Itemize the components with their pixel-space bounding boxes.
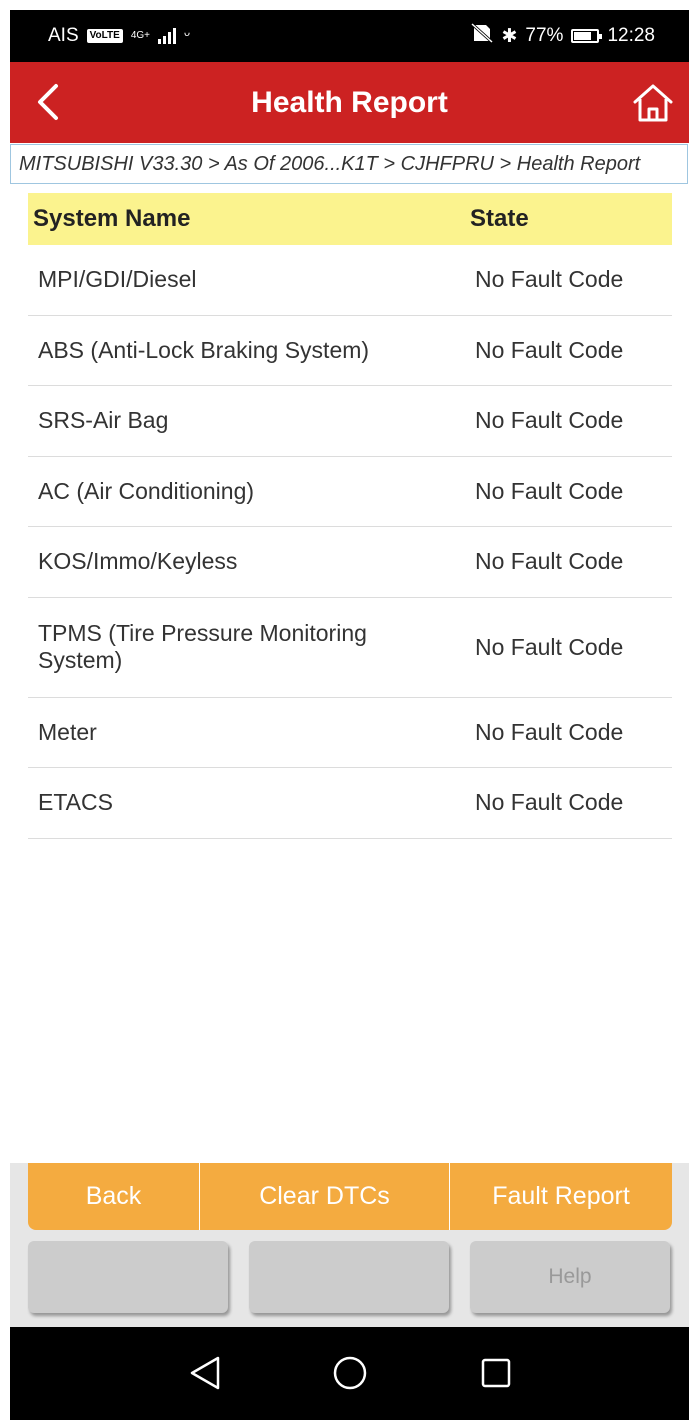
carrier-name: AIS (48, 25, 79, 46)
table-header: System Name State (28, 193, 672, 245)
status-left: AIS VoLTE 4G+ ᵕ (48, 25, 190, 47)
bluetooth-icon: ✱ (501, 25, 518, 47)
table-row[interactable]: AC (Air Conditioning) No Fault Code (28, 457, 672, 527)
square-recents-icon[interactable] (479, 1354, 513, 1392)
table-row[interactable]: ABS (Anti-Lock Braking System) No Fault C… (28, 316, 672, 386)
home-icon (633, 84, 673, 122)
action-bar: Back Clear DTCs Fault Report (28, 1163, 672, 1230)
blank-button-1[interactable] (28, 1241, 228, 1313)
blank-button-2[interactable] (249, 1241, 449, 1313)
table-row[interactable]: KOS/Immo/Keyless No Fault Code (28, 527, 672, 598)
system-name: ABS (Anti-Lock Braking System) (38, 336, 370, 363)
fault-report-button[interactable]: Fault Report (450, 1163, 672, 1230)
table-body: MPI/GDI/Diesel No Fault Code ABS (Anti-Loc… (28, 245, 672, 839)
clear-dtcs-button[interactable]: Clear DTCs (200, 1163, 450, 1230)
table-row[interactable]: TPMS (Tire Pressure Monitoring System) No… (28, 598, 672, 698)
bottom-toolbar: Back Clear DTCs Fault Report Help (10, 1163, 689, 1327)
system-name: KOS/Immo/Keyless (38, 548, 238, 575)
system-state: No Fault Code (475, 266, 624, 293)
usb-debug-icon: ᵕ (184, 27, 191, 44)
system-state: No Fault Code (475, 633, 624, 660)
table-row[interactable]: Meter No Fault Code (28, 698, 672, 768)
table-row[interactable]: MPI/GDI/Diesel No Fault Code (28, 245, 672, 316)
system-state: No Fault Code (475, 548, 624, 575)
battery-icon (571, 29, 603, 43)
table-row[interactable]: SRS-Air Bag No Fault Code (28, 386, 672, 457)
system-name: MPI/GDI/Diesel (38, 266, 197, 293)
system-name: SRS-Air Bag (38, 407, 169, 434)
volte-badge: VoLTE (86, 29, 123, 43)
triangle-back-icon[interactable] (188, 1354, 222, 1392)
system-state: No Fault Code (475, 718, 624, 745)
system-state: No Fault Code (475, 789, 624, 816)
clock: 12:28 (607, 25, 655, 46)
system-name: TPMS (Tire Pressure Monitoring System) (38, 620, 367, 673)
back-button[interactable]: Back (28, 1163, 200, 1230)
home-button[interactable] (631, 82, 675, 124)
network-type: 4G+ (130, 30, 150, 41)
battery-percent: 77% (525, 25, 564, 46)
signal-icon (158, 28, 176, 44)
system-state: No Fault Code (475, 477, 624, 504)
system-name: Meter (38, 718, 97, 745)
system-name: ETACS (38, 789, 113, 816)
app-header: Health Report (10, 62, 689, 143)
status-bar: AIS VoLTE 4G+ ᵕ ✱ 77% 12:28 (10, 10, 689, 62)
no-sim-icon (470, 22, 494, 49)
breadcrumb: MITSUBISHI V33.30 > As Of 2006...K1T > C… (10, 144, 688, 184)
system-nav-bar (10, 1327, 689, 1420)
circle-home-icon[interactable] (332, 1354, 368, 1392)
table-row[interactable]: ETACS No Fault Code (28, 768, 672, 839)
system-state: No Fault Code (475, 336, 624, 363)
header-system-name: System Name (33, 205, 191, 232)
system-name: AC (Air Conditioning) (38, 477, 255, 504)
health-report-table: System Name State MPI/GDI/Diesel No Fault… (28, 193, 672, 839)
page-title: Health Report (251, 86, 448, 119)
help-button[interactable]: Help (470, 1241, 670, 1313)
status-right: ✱ 77% 12:28 (470, 22, 655, 49)
header-state: State (470, 205, 529, 232)
system-state: No Fault Code (475, 407, 624, 434)
